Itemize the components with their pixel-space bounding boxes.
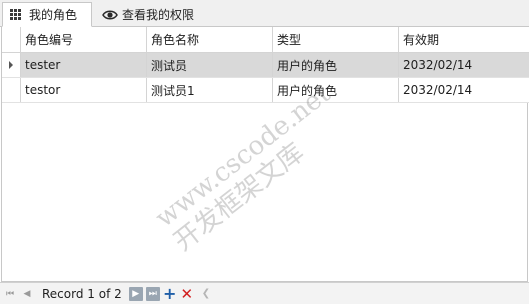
- last-record-icon[interactable]: ⏭: [145, 286, 160, 301]
- column-header-expiry[interactable]: 有效期: [399, 27, 529, 52]
- add-icon[interactable]: +: [163, 284, 177, 303]
- tab-label: 我的角色: [29, 8, 78, 22]
- eye-icon: [102, 7, 118, 23]
- column-header-role-code[interactable]: 角色编号: [21, 27, 147, 52]
- row-indicator: [2, 53, 21, 77]
- current-row-arrow-icon: [9, 61, 13, 69]
- cell-type[interactable]: 用户的角色: [273, 78, 399, 102]
- cell-role-code[interactable]: tester: [21, 53, 147, 77]
- tab-my-roles[interactable]: 我的角色: [2, 2, 92, 27]
- next-record-icon[interactable]: ▶: [128, 286, 143, 301]
- first-record-icon[interactable]: ⏮: [3, 287, 17, 301]
- cell-expiry[interactable]: 2032/02/14: [399, 53, 529, 77]
- table-row[interactable]: testor 测试员1 用户的角色 2032/02/14: [2, 78, 529, 103]
- column-header-type[interactable]: 类型: [273, 27, 399, 52]
- tab-bar: 我的角色 查看我的权限: [0, 0, 529, 27]
- table-row[interactable]: tester 测试员 用户的角色 2032/02/14: [2, 53, 529, 78]
- cell-expiry[interactable]: 2032/02/14: [399, 78, 529, 102]
- cell-type[interactable]: 用户的角色: [273, 53, 399, 77]
- delete-icon[interactable]: ✕: [180, 285, 194, 303]
- prev-record-icon[interactable]: ◀: [20, 287, 34, 301]
- grid-header: 角色编号 角色名称 类型 有效期: [2, 27, 529, 53]
- tab-label: 查看我的权限: [122, 8, 195, 22]
- cell-role-name[interactable]: 测试员: [147, 53, 273, 77]
- column-header-role-name[interactable]: 角色名称: [147, 27, 273, 52]
- scroll-left-icon[interactable]: ❮: [202, 288, 210, 299]
- header-indicator-cell: [2, 27, 21, 52]
- tab-view-permissions[interactable]: 查看我的权限: [96, 2, 206, 27]
- roles-grid: 角色编号 角色名称 类型 有效期 tester 测试员 用户的角色 2032/0…: [1, 27, 529, 282]
- cell-role-name[interactable]: 测试员1: [147, 78, 273, 102]
- row-indicator: [2, 78, 21, 102]
- data-navigator: ⏮ ◀ Record 1 of 2 ▶ ⏭ + ✕ ❮: [0, 282, 529, 304]
- record-counter: Record 1 of 2: [42, 286, 122, 301]
- grid-icon: [9, 7, 25, 23]
- cell-role-code[interactable]: testor: [21, 78, 147, 102]
